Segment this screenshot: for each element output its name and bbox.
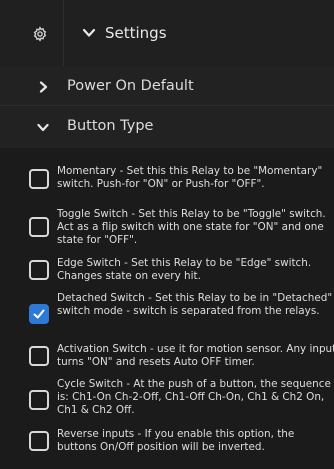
section-label: Power On Default xyxy=(67,78,194,94)
checkbox[interactable] xyxy=(29,217,49,237)
option-text: Toggle Switch - Set this Relay to be "To… xyxy=(57,208,326,246)
chevron-down-icon[interactable] xyxy=(82,26,96,40)
option-text: Momentary - Set this this Relay to be "M… xyxy=(57,165,323,190)
checkbox[interactable] xyxy=(29,260,49,280)
section-button-type[interactable]: Button Type xyxy=(0,105,334,148)
checkbox-checked[interactable] xyxy=(29,304,49,324)
section-power-on-default[interactable]: Power On Default xyxy=(0,66,334,109)
checkmark-icon xyxy=(33,309,45,319)
option-text: Cycle Switch - At the push of a button, … xyxy=(57,378,331,416)
gear-icon[interactable] xyxy=(16,0,64,68)
settings-header: Settings xyxy=(0,0,334,68)
option-text: Reverse inputs - If you enable this opti… xyxy=(57,428,295,453)
checkbox[interactable] xyxy=(29,346,49,366)
chevron-down-icon xyxy=(37,123,49,132)
checkbox[interactable] xyxy=(29,390,49,410)
option-text: Detached Switch - Set this Relay to be i… xyxy=(57,292,333,317)
option-text: Activation Switch - use it for motion se… xyxy=(57,343,334,368)
page-title: Settings xyxy=(105,24,167,42)
button-type-options: Momentary - Set this this Relay to be "M… xyxy=(0,150,334,469)
checkbox[interactable] xyxy=(29,169,49,189)
section-label: Button Type xyxy=(67,118,154,134)
checkbox[interactable] xyxy=(29,431,49,451)
option-text: Edge Switch - Set this Relay to be "Edge… xyxy=(57,257,312,282)
chevron-right-icon xyxy=(39,81,48,93)
